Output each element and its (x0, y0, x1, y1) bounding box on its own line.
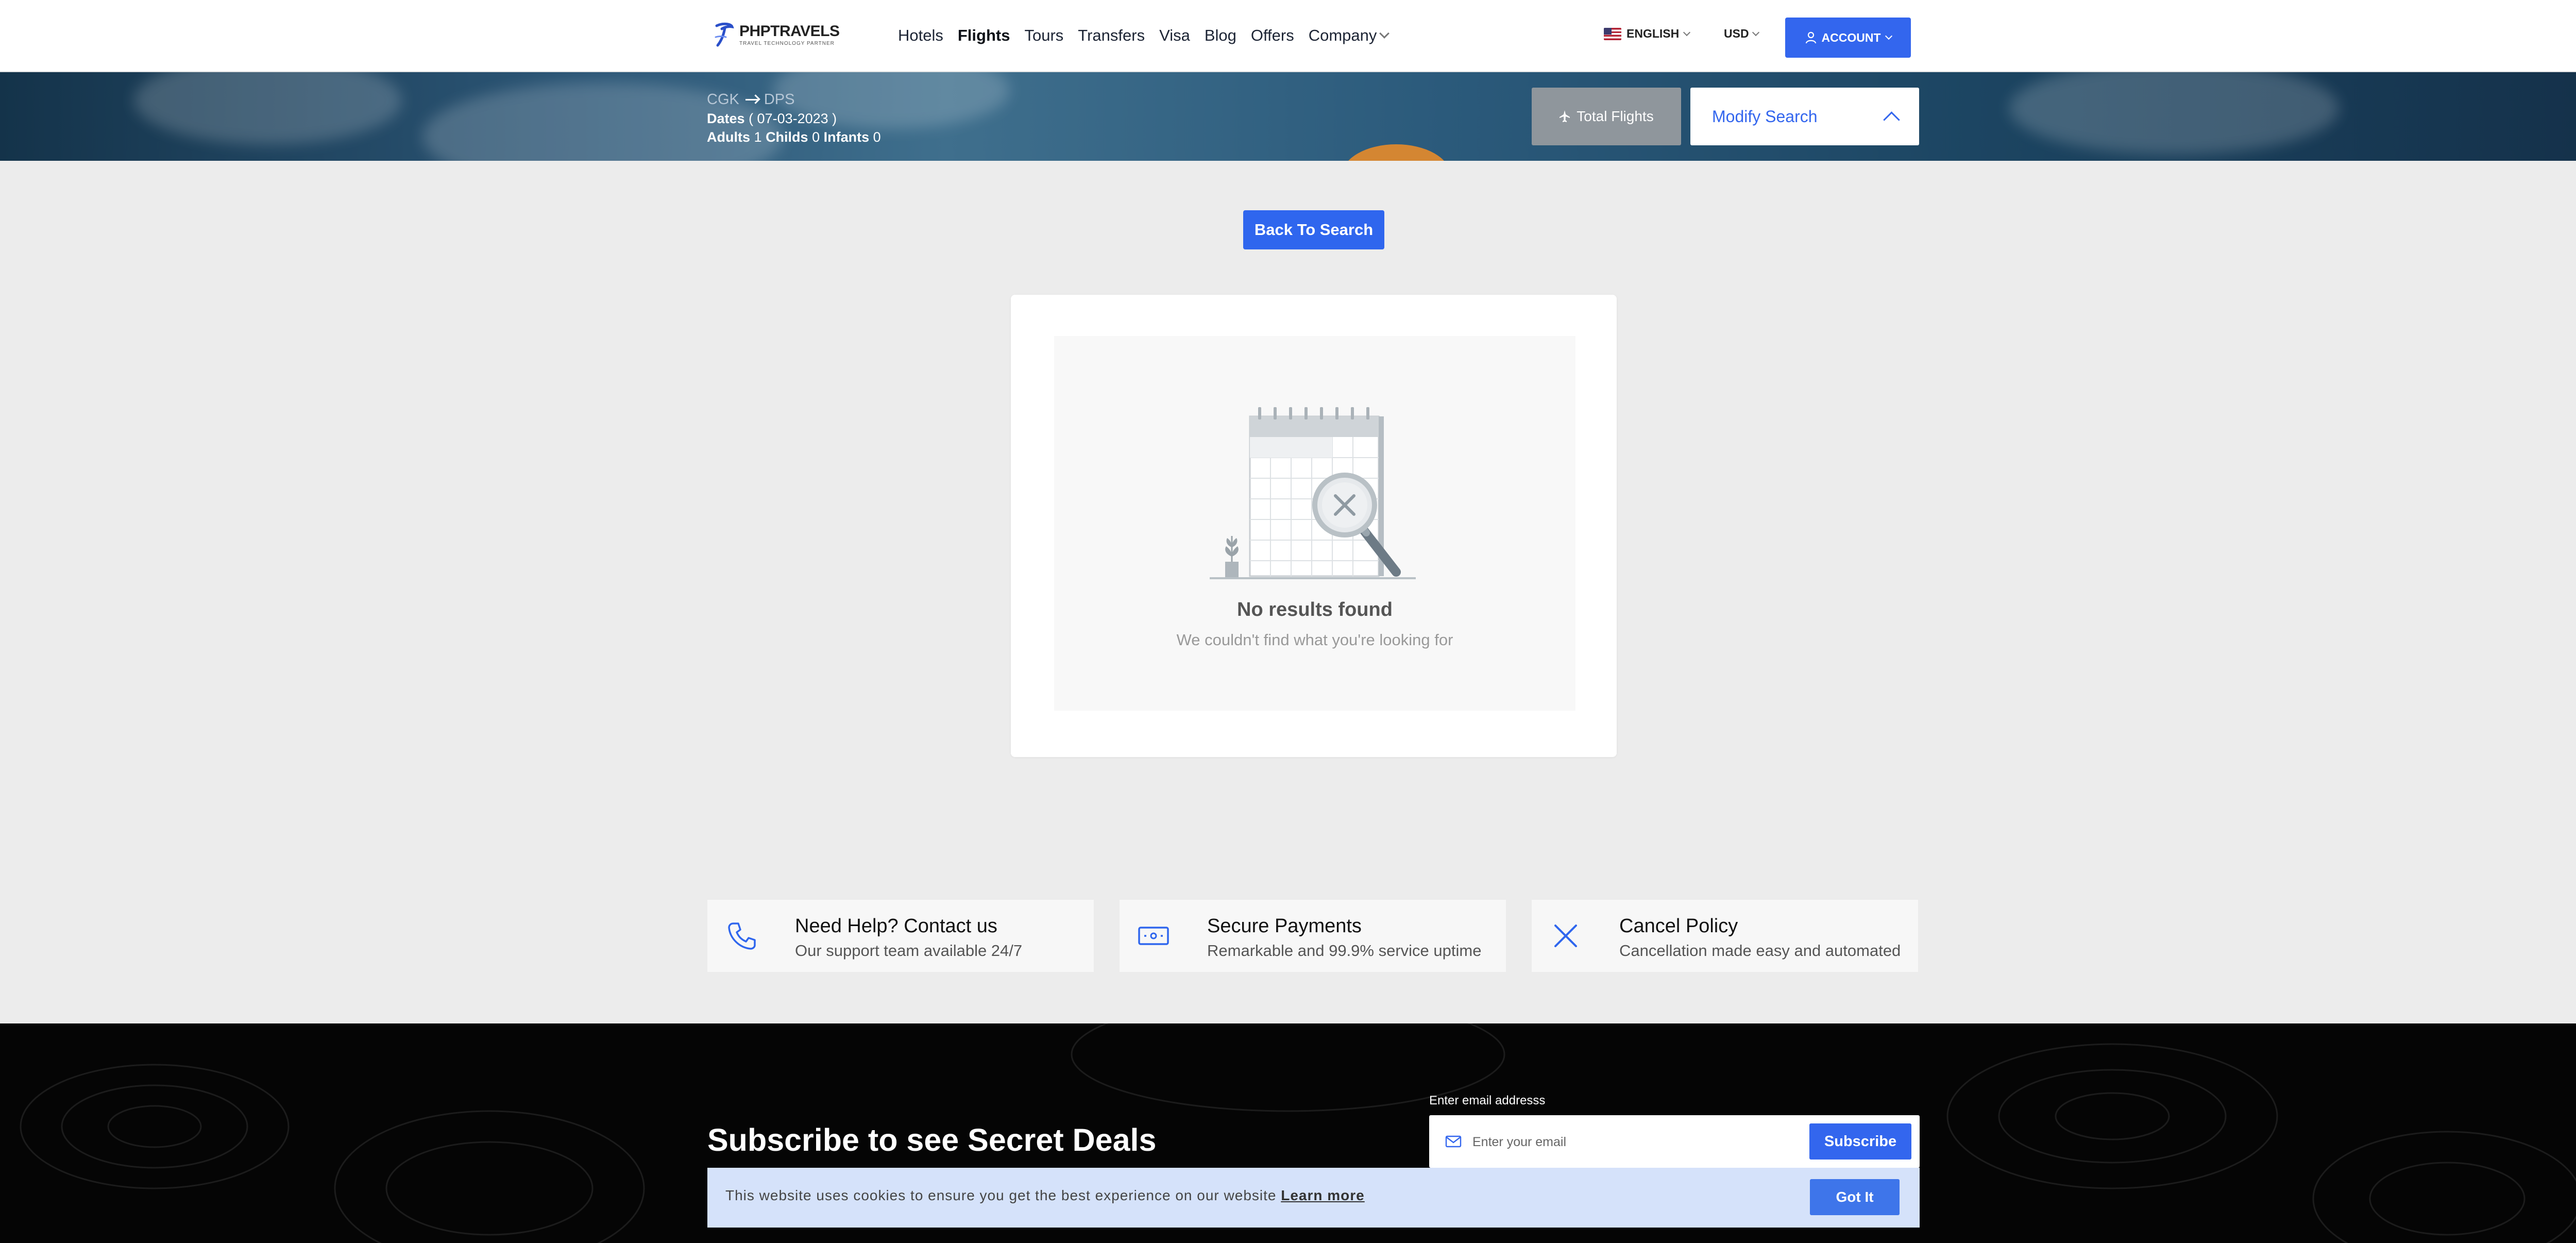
main-nav: Hotels Flights Tours Transfers Visa Blog… (898, 24, 1390, 47)
currency-label: USD (1724, 27, 1749, 40)
got-it-button[interactable]: Got It (1810, 1179, 1900, 1215)
chevron-up-icon (1883, 111, 1900, 128)
learn-more-link[interactable]: Learn more (1281, 1187, 1365, 1203)
chevron-down-icon (1379, 28, 1390, 39)
logo-mark-icon (715, 22, 734, 47)
infants-count: 0 (873, 129, 881, 145)
subscribe-button[interactable]: Subscribe (1809, 1123, 1911, 1160)
cookie-message: This website uses cookies to ensure you … (725, 1187, 1365, 1204)
feature-contact: Need Help? Contact us Our support team a… (707, 900, 1094, 972)
feature-cancel-desc: Cancellation made easy and automated (1619, 942, 1901, 960)
chevron-down-icon (1683, 28, 1691, 36)
adults-label: Adults (707, 129, 750, 145)
email-label: Enter email addresss (1429, 1094, 1546, 1107)
hero-decoration (1342, 144, 1450, 161)
us-flag-icon (1604, 27, 1621, 40)
feature-contact-desc: Our support team available 24/7 (795, 942, 1023, 960)
feature-payments-title: Secure Payments (1207, 915, 1362, 937)
nav-visa[interactable]: Visa (1159, 26, 1190, 45)
back-to-search-button[interactable]: Back To Search (1243, 210, 1384, 249)
flight-route: CGK DPS (707, 91, 794, 108)
no-results-title: No results found (1237, 599, 1393, 620)
total-flights-button[interactable]: Total Flights (1532, 88, 1681, 145)
nav-hotels[interactable]: Hotels (898, 26, 943, 45)
chevron-down-icon (1885, 32, 1892, 40)
cookie-text: This website uses cookies to ensure you … (725, 1187, 1277, 1203)
nav-company[interactable]: Company (1308, 26, 1390, 45)
logo-subtext: TRAVEL TECHNOLOGY PARTNER (739, 41, 835, 46)
route-origin: CGK (707, 91, 739, 108)
language-label: ENGLISH (1626, 27, 1680, 40)
nav-offers[interactable]: Offers (1251, 26, 1294, 45)
payment-icon (1138, 927, 1169, 945)
user-icon (1805, 31, 1816, 44)
childs-count: 0 (812, 129, 820, 145)
no-results-subtitle: We couldn't find what you're looking for (1176, 631, 1453, 649)
feature-cancel-title: Cancel Policy (1619, 915, 1738, 937)
adults-count: 1 (754, 129, 762, 145)
site-logo[interactable]: PHPTRAVELS TRAVEL TECHNOLOGY PARTNER (714, 20, 842, 51)
feature-payments: Secure Payments Remarkable and 99.9% ser… (1120, 900, 1506, 972)
dates-label: Dates (707, 111, 745, 126)
feature-cancel-policy: Cancel Policy Cancellation made easy and… (1532, 900, 1918, 972)
modify-search-label: Modify Search (1712, 107, 1818, 126)
search-dates: Dates ( 07-03-2023 ) (707, 111, 837, 127)
account-label: ACCOUNT (1821, 30, 1881, 44)
mail-icon (1445, 1135, 1462, 1148)
route-destination: DPS (764, 91, 795, 108)
passenger-summary: Adults 1 Childs 0 Infants 0 (707, 129, 881, 145)
subscribe-title: Subscribe to see Secret Deals (707, 1122, 1157, 1157)
modify-search-button[interactable]: Modify Search (1690, 88, 1919, 145)
arrow-right-icon (745, 99, 758, 100)
currency-selector[interactable]: USD (1724, 27, 1759, 41)
phone-icon (728, 922, 756, 950)
email-input[interactable] (1471, 1129, 1803, 1155)
hero-banner (0, 72, 2576, 161)
childs-label: Childs (766, 129, 808, 145)
nav-transfers[interactable]: Transfers (1078, 26, 1145, 45)
infants-label: Infants (823, 129, 870, 145)
no-results-illustration-icon (1210, 407, 1416, 579)
logo-text: PHPTRAVELS (739, 23, 840, 40)
language-selector[interactable]: ENGLISH (1604, 27, 1691, 41)
plane-icon (1560, 110, 1570, 122)
feature-payments-desc: Remarkable and 99.9% service uptime (1207, 942, 1482, 960)
close-icon (1554, 925, 1577, 947)
account-button[interactable]: ACCOUNT (1785, 18, 1911, 58)
dates-value: ( 07-03-2023 ) (749, 111, 837, 126)
nav-company-label: Company (1308, 26, 1377, 44)
nav-flights[interactable]: Flights (958, 26, 1010, 45)
nav-tours[interactable]: Tours (1024, 26, 1063, 45)
chevron-down-icon (1752, 28, 1759, 36)
total-flights-label: Total Flights (1577, 108, 1654, 124)
feature-contact-title: Need Help? Contact us (795, 915, 997, 937)
nav-blog[interactable]: Blog (1205, 26, 1236, 45)
